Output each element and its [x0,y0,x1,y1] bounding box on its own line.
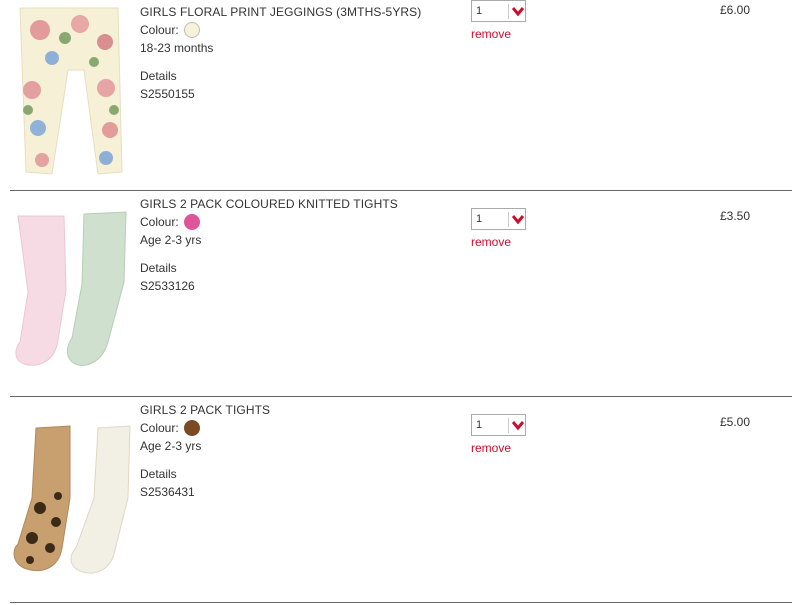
item-price: £5.00 [720,415,751,429]
item-info: GIRLS FLORAL PRINT JEGGINGS (3MTHS-5YRS)… [140,3,421,103]
sku-value: S2550155 [140,87,195,101]
chevron-down-icon [512,421,524,431]
divider [10,190,792,191]
details-label: Details [140,69,177,83]
select-divider [508,4,509,19]
floral-jeggings-image[interactable] [10,0,136,178]
quantity-select[interactable]: 1 [471,208,526,230]
select-divider [508,212,509,227]
pink-and-mint-tights-image[interactable] [10,192,136,370]
product-title[interactable]: GIRLS 2 PACK COLOURED KNITTED TIGHTS [140,195,398,213]
divider [10,602,792,603]
quantity-value: 1 [476,419,483,431]
size-value: 18-23 months [140,41,214,55]
size-value: Age 2-3 yrs [140,439,202,453]
colour-row: Colour: [140,21,421,39]
quantity-value: 1 [476,5,483,17]
item-price: £3.50 [720,209,751,223]
colour-swatch [183,420,200,436]
quantity-value: 1 [476,213,483,225]
quantity-select[interactable]: 1 [471,0,526,22]
quantity-select[interactable]: 1 [471,414,526,436]
remove-link[interactable]: remove [471,235,511,249]
item-price: £6.00 [720,3,751,17]
item-info: GIRLS 2 PACK COLOURED KNITTED TIGHTS Col… [140,195,398,295]
colour-swatch [183,22,200,38]
divider [10,396,792,397]
remove-link[interactable]: remove [471,441,511,455]
leopard-and-cream-tights-image[interactable] [10,398,136,576]
colour-label: Colour: [140,215,179,229]
colour-swatch [183,214,200,230]
colour-row: Colour: [140,213,398,231]
sku-value: S2536431 [140,485,195,499]
product-title[interactable]: GIRLS FLORAL PRINT JEGGINGS (3MTHS-5YRS) [140,3,421,21]
colour-row: Colour: [140,419,270,437]
colour-label: Colour: [140,421,179,435]
colour-label: Colour: [140,23,179,37]
remove-link[interactable]: remove [471,27,511,41]
item-info: GIRLS 2 PACK TIGHTS Colour: Age 2-3 yrs … [140,401,270,501]
details-label: Details [140,467,177,481]
basket-item: GIRLS 2 PACK TIGHTS Colour: Age 2-3 yrs … [10,398,792,588]
select-divider [508,418,509,433]
product-title[interactable]: GIRLS 2 PACK TIGHTS [140,401,270,419]
chevron-down-icon [512,7,524,17]
basket-item: GIRLS 2 PACK COLOURED KNITTED TIGHTS Col… [10,192,792,382]
basket-item: GIRLS FLORAL PRINT JEGGINGS (3MTHS-5YRS)… [10,0,792,190]
chevron-down-icon [512,215,524,225]
details-label: Details [140,261,177,275]
sku-value: S2533126 [140,279,195,293]
size-value: Age 2-3 yrs [140,233,202,247]
